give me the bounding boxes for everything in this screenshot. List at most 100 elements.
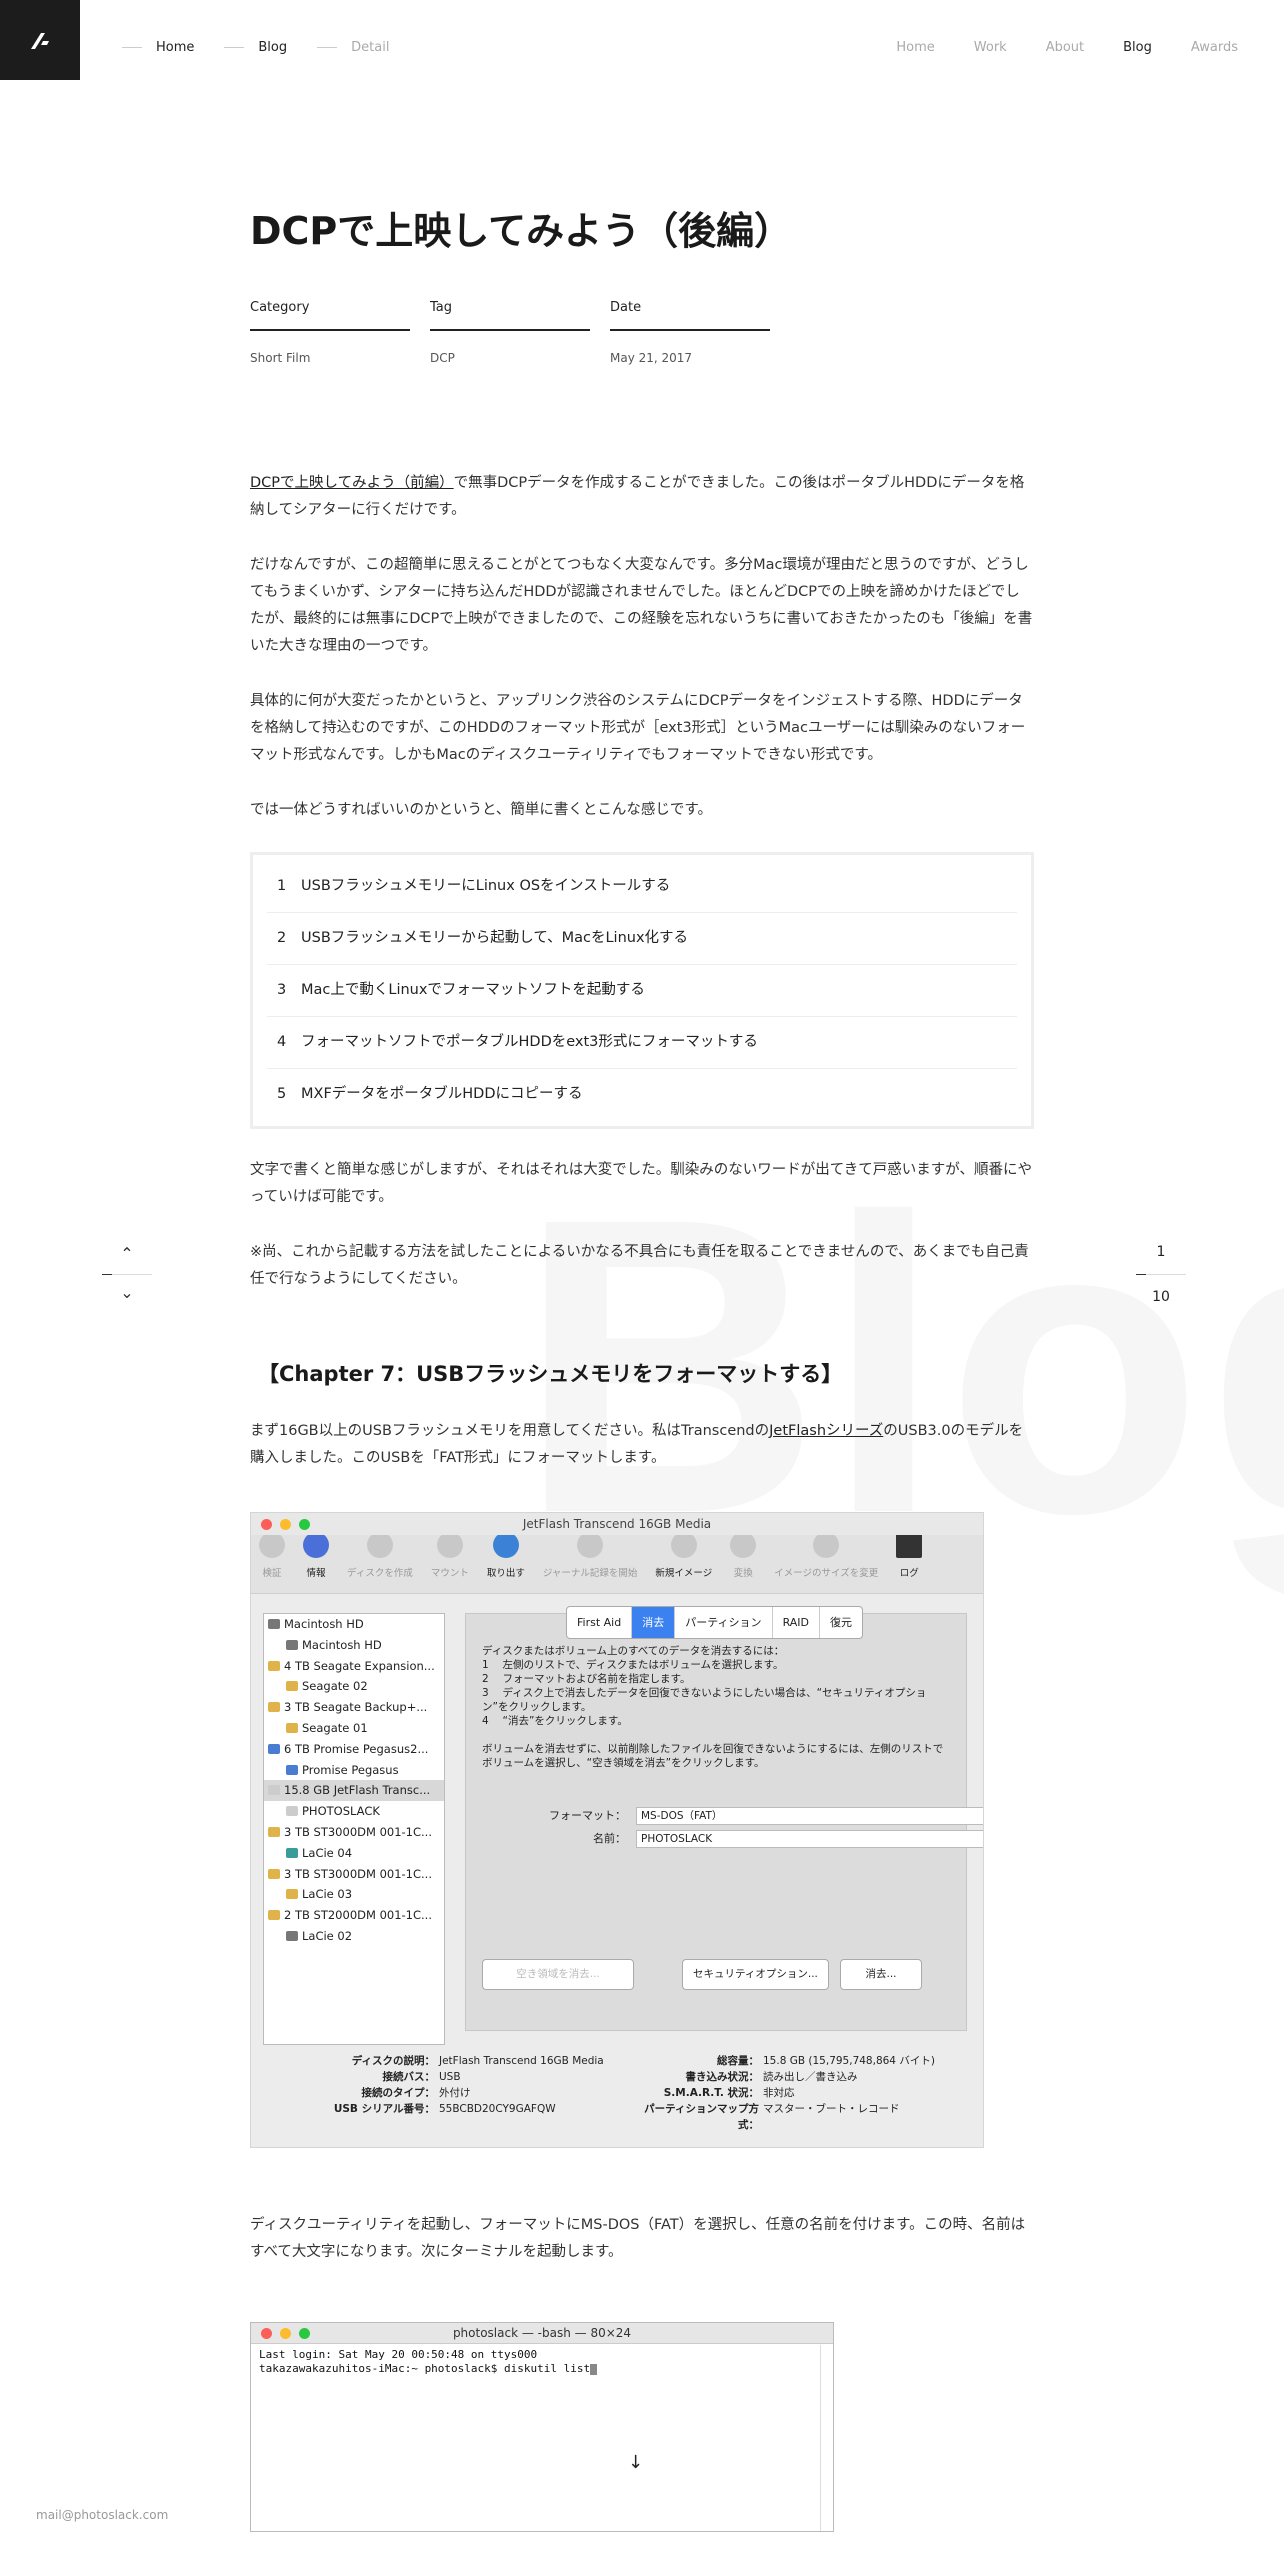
terminal-cursor xyxy=(590,2363,598,2375)
disk-list-item: PHOTOSLACK xyxy=(264,1801,444,1822)
prev-post-arrow-icon[interactable]: ⌃ xyxy=(102,1244,152,1266)
breadcrumb-detail: Detail xyxy=(351,40,390,55)
instruction-line: 2 フォーマットおよび名前を指定します。 xyxy=(482,1673,691,1685)
step-number: 4 xyxy=(277,1034,287,1050)
tool-convert: 変換 xyxy=(730,1532,757,1587)
breadcrumb-home[interactable]: Home xyxy=(156,40,194,55)
disk-list-item: LaCie 03 xyxy=(264,1884,444,1905)
close-icon xyxy=(261,2328,272,2339)
disk-utility-titlebar: JetFlash Transcend 16GB Media xyxy=(251,1513,983,1535)
nav-blog[interactable]: Blog xyxy=(1123,40,1152,55)
step-text: USBフラッシュメモリーから起動して、MacをLinux化する xyxy=(301,930,689,946)
convert-icon xyxy=(730,1532,757,1558)
tool-burn: ディスクを作成 xyxy=(347,1532,413,1587)
tab-restore: 復元 xyxy=(830,1616,852,1629)
step-item: 3 Mac上で動くLinuxでフォーマットソフトを起動する xyxy=(267,965,1017,1017)
post-pager: 1 10 xyxy=(1136,1244,1186,1305)
contact-email[interactable]: mail@photoslack.com xyxy=(36,2508,168,2522)
step-number: 3 xyxy=(277,982,287,998)
disk-info-label: S.M.A.R.T. 状況： xyxy=(663,2087,759,2099)
nav-work[interactable]: Work xyxy=(974,40,1007,55)
step-item: 4 フォーマットソフトでポータブルHDDをext3形式にフォーマットする xyxy=(267,1017,1017,1069)
format-select: MS-DOS（FAT） xyxy=(636,1806,983,1825)
disk-list-item: 2 TB ST2000DM 001-1C... xyxy=(264,1905,444,1926)
tool-eject: 取り出す xyxy=(487,1532,525,1587)
disk-info-label: USB シリアル番号： xyxy=(333,2103,435,2115)
new-image-icon xyxy=(670,1532,697,1558)
terminal-output: Last login: Sat May 20 00:50:48 on ttys0… xyxy=(251,2344,833,2380)
tool-label: 取り出す xyxy=(486,1568,525,1579)
paragraph: ※尚、これから記載する方法を試したことによるいかなる不具合にも責任を取ることでき… xyxy=(250,1244,1029,1287)
meta-category-label: Category xyxy=(250,300,410,331)
pager-divider xyxy=(102,1274,152,1275)
pager-total: 10 xyxy=(1152,1289,1170,1305)
step-text: USBフラッシュメモリーにLinux OSをインストールする xyxy=(301,878,671,894)
steps-list: 1 USBフラッシュメモリーにLinux OSをインストールする 2 USBフラッシ… xyxy=(250,852,1034,1129)
paragraph: まず16GB以上のUSBフラッシュメモリを用意してください。私はTranscen… xyxy=(250,1418,1034,1472)
tool-label: イメージのサイズを変更 xyxy=(774,1568,879,1579)
terminal-line: takazawakazuhitos-iMac:~ photoslack$ dis… xyxy=(259,2362,825,2376)
jetflash-link[interactable]: JetFlashシリーズ xyxy=(769,1423,883,1439)
step-number: 5 xyxy=(277,1086,287,1102)
tool-log: ログ xyxy=(896,1532,923,1587)
tool-label: 情報 xyxy=(306,1568,326,1579)
meta-tag-value[interactable]: DCP xyxy=(430,351,590,365)
instruction-line: ボリュームを消去せずに、以前削除したファイルを回復できないようにするには、左側の… xyxy=(482,1743,944,1769)
chapter-heading: 【Chapter 7：USBフラッシュメモリをフォーマットする】 xyxy=(258,1362,843,1386)
tool-label: ディスクを作成 xyxy=(347,1568,413,1579)
meta-date: Date May 21, 2017 xyxy=(610,300,770,365)
terminal-line: Last login: Sat May 20 00:50:48 on ttys0… xyxy=(259,2348,538,2361)
disk-info-label: パーティションマップ方式： xyxy=(644,2103,759,2131)
nav-about[interactable]: About xyxy=(1046,40,1084,55)
tool-mount: マウント xyxy=(431,1532,469,1587)
post-meta: Category Short Film Tag DCP Date May 21,… xyxy=(250,300,790,365)
disk-list-item: Macintosh HD xyxy=(264,1635,444,1656)
disk-info-label: 総容量： xyxy=(717,2055,759,2067)
post-nav-arrows: ⌃ ⌄ xyxy=(102,1244,152,1305)
disk-list-item: Promise Pegasus xyxy=(264,1760,444,1781)
nav-awards[interactable]: Awards xyxy=(1191,40,1238,55)
prev-post-link[interactable]: DCPで上映してみよう（前編） xyxy=(250,475,454,491)
resize-icon xyxy=(813,1532,840,1558)
erase-instructions: ディスクまたはボリューム上のすべてのデータを消去するには： 1 左側のリストで、デ… xyxy=(482,1644,952,1770)
close-icon xyxy=(261,1519,272,1530)
step-text: フォーマットソフトでポータブルHDDをext3形式にフォーマットする xyxy=(301,1034,758,1050)
breadcrumb-blog[interactable]: Blog xyxy=(258,40,287,55)
scroll-down-arrow-icon[interactable]: ↓ xyxy=(628,2452,643,2473)
disk-utility-toolbar: 検証 情報 ディスクを作成 マウント 取り出す ジャーナル記録を開始 新規イメー… xyxy=(251,1532,983,1594)
nav-home[interactable]: Home xyxy=(896,40,934,55)
disk-info-table: ディスクの説明： JetFlash Transcend 16GB Media 総容量… xyxy=(265,2053,965,2133)
step-text: MXFデータをポータブルHDDにコピーする xyxy=(301,1086,583,1102)
logo-icon xyxy=(31,33,49,49)
tool-label: ジャーナル記録を開始 xyxy=(542,1568,638,1579)
minimize-icon xyxy=(280,2328,291,2339)
disk-info-row: 接続バス： USB 書き込み状況： 読み出し／書き込み xyxy=(265,2069,965,2085)
meta-category-value[interactable]: Short Film xyxy=(250,351,410,365)
disk-info-label: 接続のタイプ： xyxy=(361,2087,436,2099)
meta-tag: Tag DCP xyxy=(430,300,590,365)
disk-utility-screenshot: JetFlash Transcend 16GB Media 検証 情報 ディスク… xyxy=(250,1512,984,2148)
breadcrumb-divider xyxy=(224,47,245,48)
logo[interactable] xyxy=(0,0,80,80)
tool-label: マウント xyxy=(430,1568,469,1579)
terminal-screenshot: photoslack — -bash — 80×24 Last login: S… xyxy=(250,2322,834,2532)
disk-info-value: 読み出し／書き込み xyxy=(763,2071,858,2083)
pager-divider xyxy=(1136,1274,1186,1275)
tool-new-image: 新規イメージ xyxy=(655,1532,712,1587)
tool-info: 情報 xyxy=(303,1532,329,1587)
step-item: 1 USBフラッシュメモリーにLinux OSをインストールする xyxy=(267,861,1017,913)
window-controls xyxy=(261,2328,318,2339)
tab-erase: 消去 xyxy=(632,1607,676,1638)
name-row: 名前： PHOTOSLACK xyxy=(526,1825,983,1852)
terminal-titlebar: photoslack — -bash — 80×24 xyxy=(251,2323,833,2344)
eject-icon xyxy=(492,1532,519,1558)
next-post-arrow-icon[interactable]: ⌄ xyxy=(102,1283,152,1305)
name-label: 名前： xyxy=(593,1832,626,1845)
meta-tag-label: Tag xyxy=(430,300,590,331)
log-icon xyxy=(896,1532,923,1558)
disk-info-label: 書き込み状況： xyxy=(685,2071,760,2083)
instruction-line: 3 ディスク上で消去したデータを回復できないようにしたい場合は、“セキュリティオ… xyxy=(482,1687,927,1713)
tool-resize: イメージのサイズを変更 xyxy=(774,1532,878,1587)
erase-button: 消去... xyxy=(840,1959,922,1990)
disk-info-value: 15.8 GB (15,795,748,864 バイト) xyxy=(763,2055,935,2067)
